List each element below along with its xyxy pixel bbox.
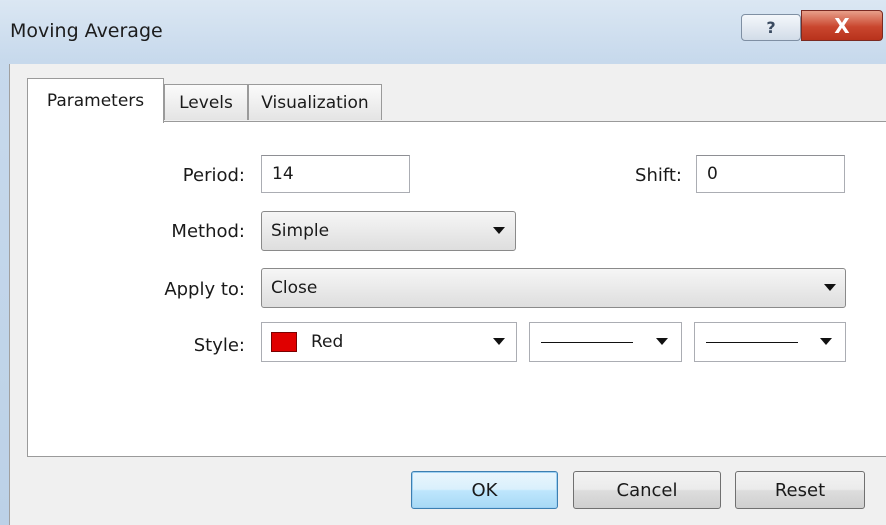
color-swatch — [271, 332, 297, 352]
period-label: Period: — [182, 165, 245, 186]
chevron-down-icon — [820, 338, 832, 345]
period-value: 14 — [272, 164, 294, 184]
line-width-dropdown[interactable] — [694, 322, 846, 362]
shift-value: 0 — [707, 164, 718, 184]
shift-input[interactable]: 0 — [696, 155, 845, 193]
apply-to-label: Apply to: — [164, 279, 245, 300]
apply-to-value: Close — [271, 278, 318, 298]
period-input[interactable]: 14 — [261, 155, 410, 193]
line-style-dropdown[interactable] — [529, 322, 682, 362]
method-label: Method: — [171, 221, 245, 242]
chevron-down-icon — [493, 338, 505, 345]
method-dropdown[interactable]: Simple — [261, 211, 516, 251]
style-label: Style: — [193, 335, 245, 356]
style-color-dropdown[interactable]: Red — [261, 322, 517, 362]
parameters-form: Period: 14 Shift: 0 Method: Simple Apply… — [0, 0, 886, 525]
apply-to-dropdown[interactable]: Close — [261, 268, 846, 308]
chevron-down-icon — [824, 284, 836, 291]
style-color-value: Red — [311, 332, 344, 352]
chevron-down-icon — [493, 227, 505, 234]
line-style-sample — [541, 342, 633, 343]
shift-label: Shift: — [635, 165, 682, 186]
method-value: Simple — [271, 221, 330, 241]
dialog-window: Moving Average ? X Parameters Levels Vis… — [0, 0, 886, 525]
line-width-sample — [706, 342, 798, 343]
chevron-down-icon — [656, 338, 668, 345]
